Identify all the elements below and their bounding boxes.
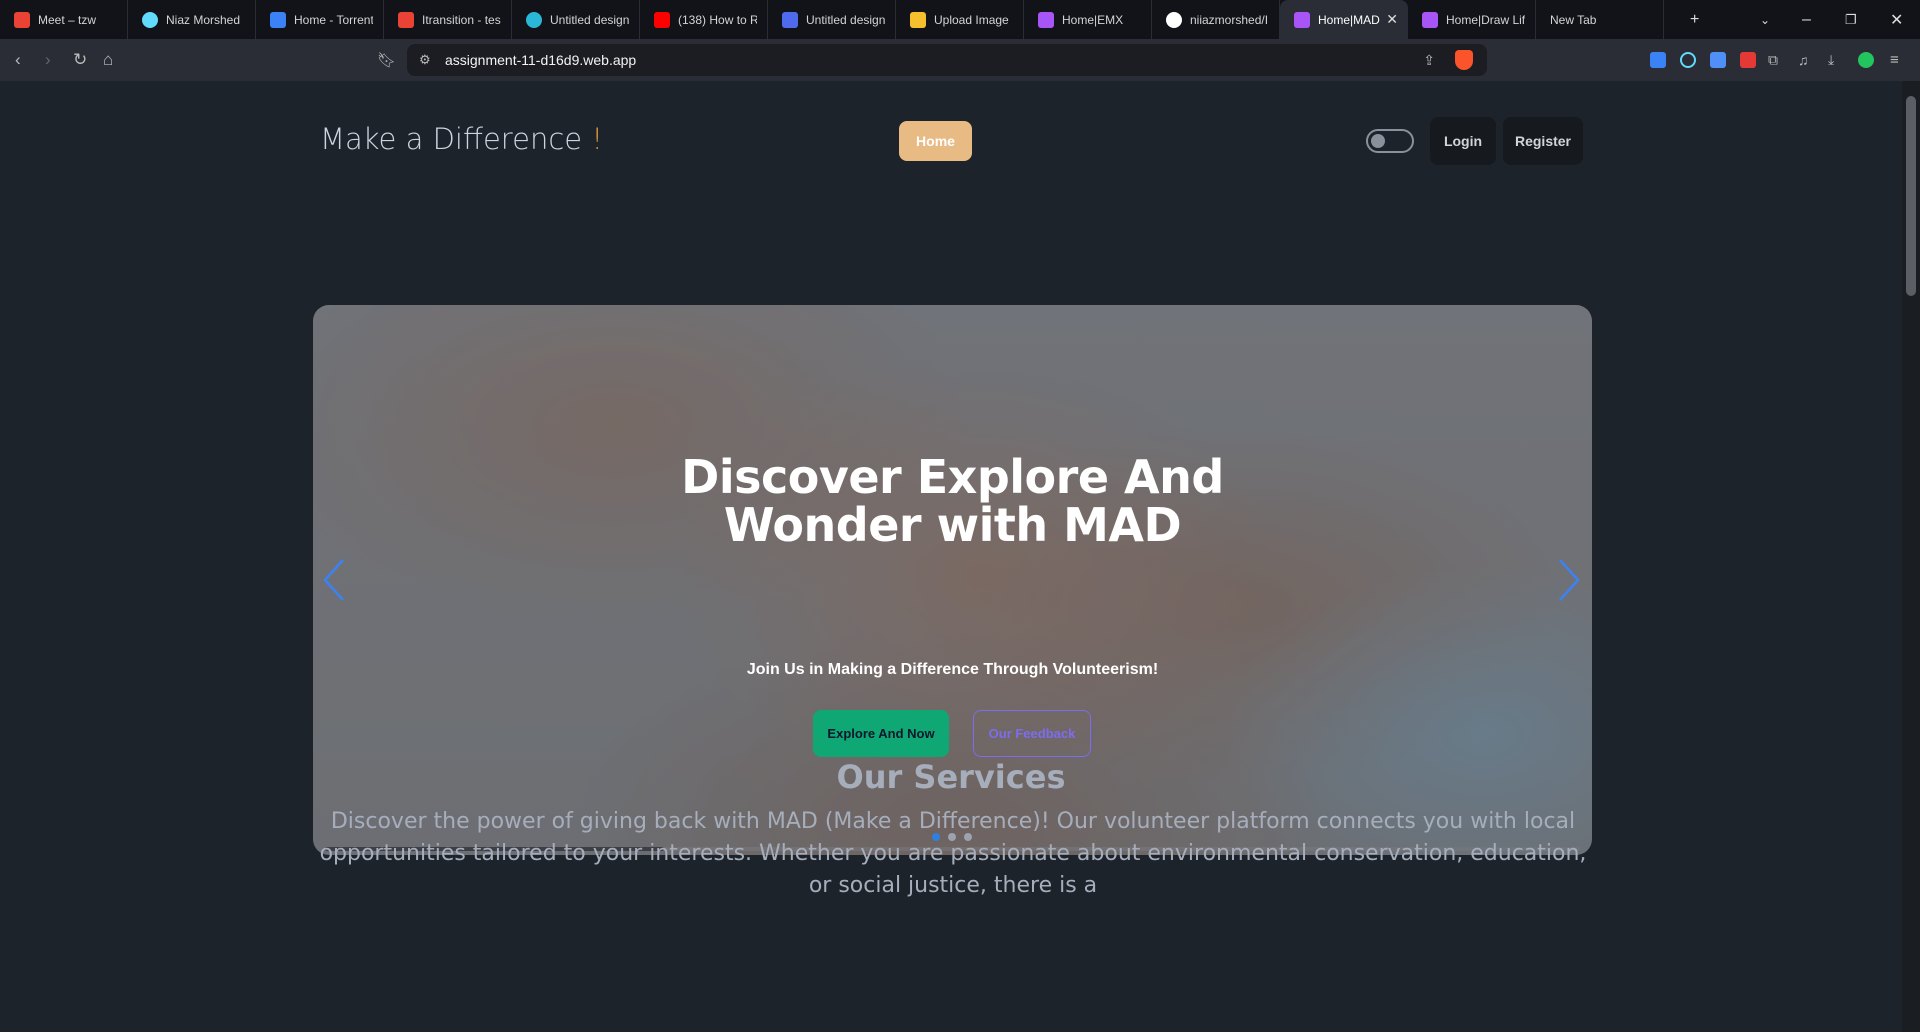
media-icon[interactable]: ♫ xyxy=(1798,52,1809,68)
address-bar[interactable]: ⚙ assignment-11-d16d9.web.app ⇪ xyxy=(407,44,1487,76)
extensions-icon[interactable]: ⧉ xyxy=(1768,52,1778,69)
scrollbar-thumb[interactable] xyxy=(1906,96,1916,296)
browser-tab[interactable]: Meet – tzw xyxy=(0,0,128,39)
url-text: assignment-11-d16d9.web.app xyxy=(445,52,637,68)
minimize-button[interactable]: – xyxy=(1802,0,1811,39)
browser-tab[interactable]: New Tab xyxy=(1536,0,1664,39)
vite-icon xyxy=(1422,11,1438,28)
browser-tab[interactable]: Home - Torrent xyxy=(256,0,384,39)
extension-red-icon[interactable] xyxy=(1740,52,1756,68)
tab-title: Home|EMX xyxy=(1062,12,1124,27)
react-icon xyxy=(142,11,158,28)
browser-tab[interactable]: niiazmorshed/I xyxy=(1152,0,1280,39)
brave-shield-icon[interactable] xyxy=(1455,50,1473,70)
gmail-icon xyxy=(398,11,414,28)
browser-tab[interactable]: Home|Draw Lif xyxy=(1408,0,1536,39)
services-title: Our Services xyxy=(836,758,1066,796)
tab-title: Home|Draw Lif xyxy=(1446,12,1525,27)
brand-mark: ! xyxy=(591,122,603,156)
bitwarden-icon[interactable] xyxy=(1650,52,1666,68)
browser-tab[interactable]: Untitled design xyxy=(512,0,640,39)
page-scrollbar[interactable] xyxy=(1902,81,1920,1032)
tab-search-icon[interactable]: ⌄ xyxy=(1760,0,1770,39)
tab-title: New Tab xyxy=(1550,12,1597,27)
bookmark-icon[interactable]: 🔖︎ xyxy=(377,51,396,69)
react-devtools-icon[interactable] xyxy=(1680,52,1696,68)
download-icon[interactable]: ⤓ xyxy=(1828,52,1834,69)
back-icon[interactable]: ‹ xyxy=(15,50,21,70)
tab-title: Niaz Morshed xyxy=(166,12,241,27)
reload-icon[interactable]: ↻ xyxy=(73,50,87,70)
tab-title: (138) How to R xyxy=(678,12,757,27)
torrent-icon xyxy=(270,11,286,28)
browser-tab[interactable]: Upload Image xyxy=(896,0,1024,39)
restore-button[interactable]: ❐ xyxy=(1845,0,1857,39)
tab-strip: Meet – tzw Niaz Morshed Home - Torrent Itra… xyxy=(0,0,1664,39)
translate-icon[interactable] xyxy=(1710,52,1726,68)
tab-title: Untitled design xyxy=(550,12,629,27)
share-icon[interactable]: ⇪ xyxy=(1423,52,1435,69)
carousel-next-icon[interactable] xyxy=(1554,555,1584,605)
menu-icon[interactable]: ≡ xyxy=(1890,52,1899,69)
browser-tab[interactable]: Untitled design xyxy=(768,0,896,39)
tab-title: Home - Torrent xyxy=(294,12,373,27)
browser-tab-bar: Meet – tzw Niaz Morshed Home - Torrent Itra… xyxy=(0,0,1920,39)
tab-title: Itransition - tes xyxy=(422,12,501,27)
upload-icon xyxy=(910,11,926,28)
close-tab-icon[interactable]: ✕ xyxy=(1386,11,1398,28)
brand-logo[interactable]: Make a Difference ! xyxy=(320,122,603,156)
page: Make a Difference ! Home Login Register … xyxy=(0,81,1902,1032)
site-info-icon[interactable]: ⚙ xyxy=(419,52,431,68)
youtube-icon xyxy=(654,11,670,28)
new-tab-button[interactable]: + xyxy=(1690,0,1699,39)
feedback-button[interactable]: Our Feedback xyxy=(973,710,1091,757)
login-button[interactable]: Login xyxy=(1430,117,1496,165)
github-icon xyxy=(1166,11,1182,28)
toggle-knob xyxy=(1371,134,1385,148)
canva-icon xyxy=(526,11,542,28)
tab-title: Untitled design xyxy=(806,12,885,27)
home-icon[interactable]: ⌂ xyxy=(103,50,113,70)
vite-icon xyxy=(1294,11,1310,28)
forward-icon[interactable]: › xyxy=(45,50,51,70)
explore-button[interactable]: Explore And Now xyxy=(813,710,949,757)
services-text: Discover the power of giving back with M… xyxy=(319,809,1587,898)
browser-tab[interactable]: Home|MAD ✕ xyxy=(1280,0,1408,39)
meet-icon xyxy=(14,11,30,28)
doc-icon xyxy=(782,11,798,28)
tab-title: niiazmorshed/I xyxy=(1190,12,1269,27)
tab-title: Home|MAD xyxy=(1318,12,1380,27)
theme-toggle[interactable] xyxy=(1366,129,1414,153)
tab-title: Meet – tzw xyxy=(38,12,97,27)
carousel-prev-icon[interactable] xyxy=(319,555,349,605)
browser-tab[interactable]: Itransition - tes xyxy=(384,0,512,39)
browser-tab[interactable]: (138) How to R xyxy=(640,0,768,39)
hero-subtitle: Join Us in Making a Difference Through V… xyxy=(746,661,1159,678)
tab-title: Upload Image xyxy=(934,12,1009,27)
brand-name: Make a Difference xyxy=(320,122,583,156)
close-window-button[interactable]: ✕ xyxy=(1890,0,1903,39)
vite-icon xyxy=(1038,11,1054,28)
hero-title: Discover Explore And Wonder with MAD xyxy=(681,450,1224,552)
register-button[interactable]: Register xyxy=(1503,117,1583,165)
nav-home-link[interactable]: Home xyxy=(899,121,972,161)
browser-tab[interactable]: Home|EMX xyxy=(1024,0,1152,39)
browser-toolbar: ‹ › ↻ ⌂ 🔖︎ ⚙ assignment-11-d16d9.web.app… xyxy=(0,39,1920,81)
profile-icon[interactable] xyxy=(1858,52,1874,68)
browser-tab[interactable]: Niaz Morshed xyxy=(128,0,256,39)
